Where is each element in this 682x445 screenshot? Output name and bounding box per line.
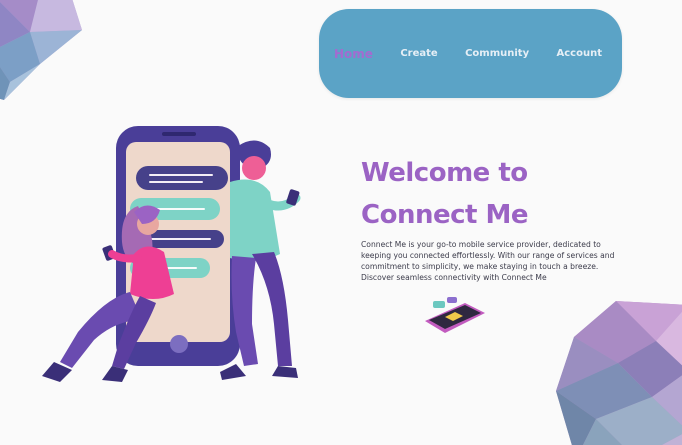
chat-phone-icon [425,297,485,333]
page: Home Create Community Account Welcome to… [0,0,682,445]
nav-link-community[interactable]: Community [465,48,529,59]
nav-link-home[interactable]: Home [334,47,373,61]
main-nav: Home Create Community Account [319,9,622,98]
hero-title-line-2: Connect Me [361,200,529,230]
people-texting-illustration [42,126,301,382]
hero-title-line-1: Welcome to [361,158,528,188]
decorative-polygon-bottom-right [556,301,682,445]
hero-description: Connect Me is your go-to mobile service … [361,240,615,282]
decorative-polygon-top-left [0,0,82,100]
nav-link-account[interactable]: Account [557,48,602,59]
nav-link-create[interactable]: Create [400,48,437,59]
hero-title: Welcome to Connect Me [361,152,611,236]
